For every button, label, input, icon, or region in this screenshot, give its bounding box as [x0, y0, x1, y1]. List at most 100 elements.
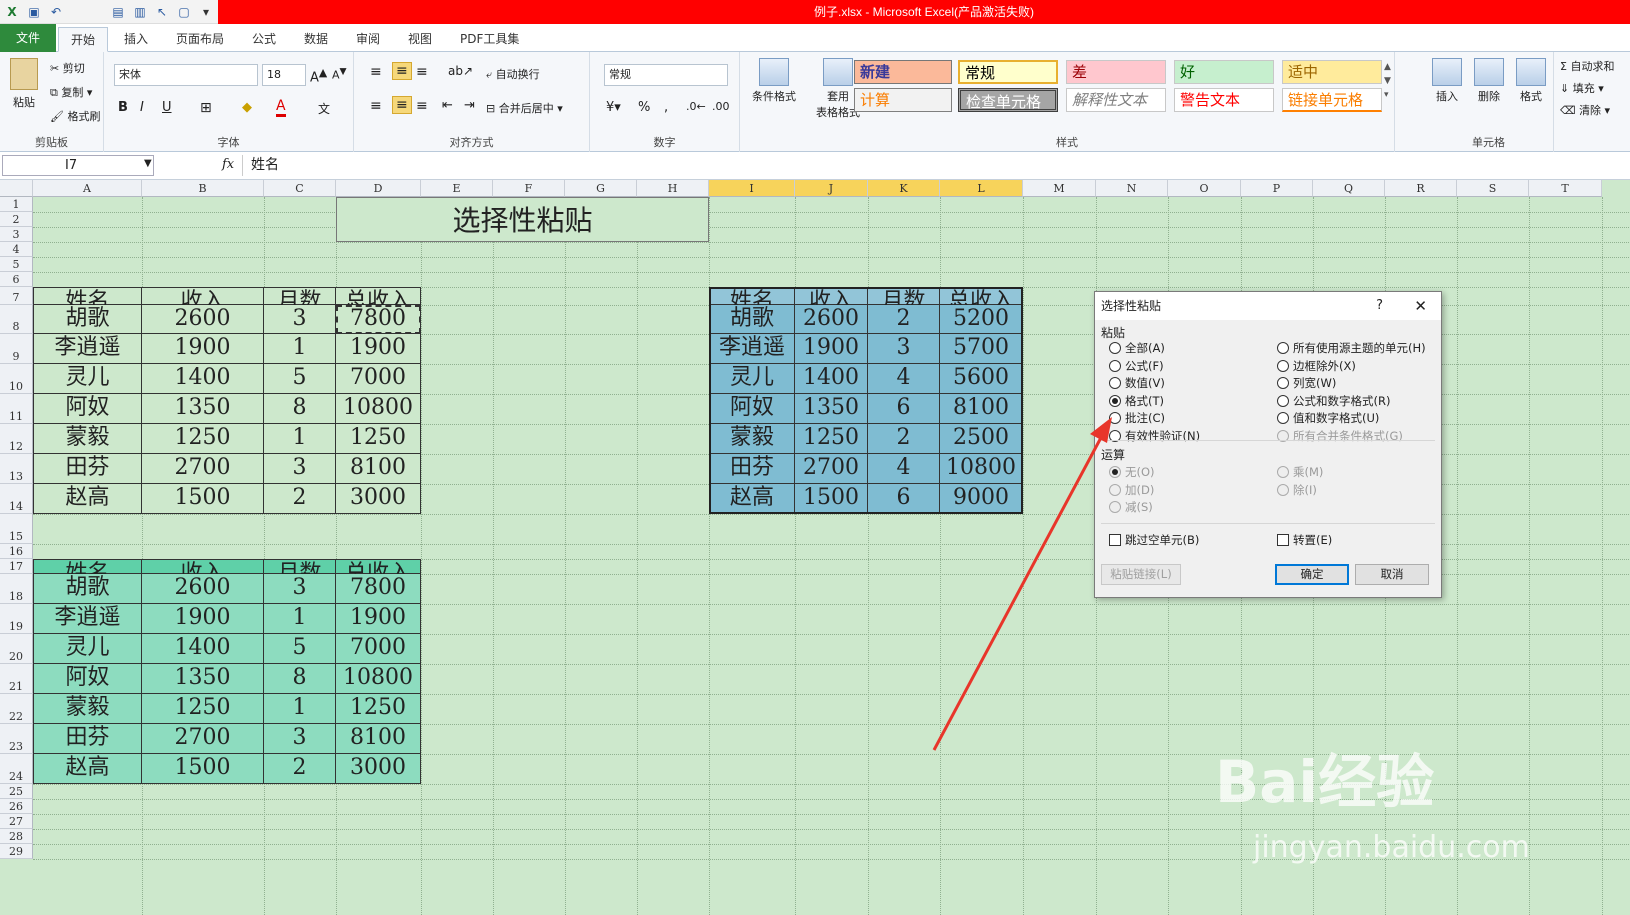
row-header[interactable]: 2 — [0, 212, 33, 227]
table1-cell[interactable]: 8100 — [336, 454, 421, 484]
row-header[interactable]: 1 — [0, 197, 33, 212]
align-right-icon[interactable]: ≡ — [416, 98, 428, 114]
align-bottom-icon[interactable]: ≡ — [416, 64, 428, 80]
table1-cell[interactable]: 8 — [264, 394, 336, 424]
table2-cell[interactable]: 赵高 — [709, 484, 795, 514]
undo-icon[interactable]: ↶ — [48, 4, 64, 20]
underline-button[interactable]: U — [162, 100, 172, 115]
tab-data[interactable]: 数据 — [292, 27, 340, 52]
table3-cell[interactable]: 8100 — [336, 724, 421, 754]
paste-right-radio[interactable]: 列宽(W) — [1277, 375, 1336, 391]
table1-cell[interactable]: 阿奴 — [33, 394, 142, 424]
styles-scroll-icon[interactable]: ▲ ▼ ▾ — [1384, 60, 1391, 102]
style-explanatory[interactable]: 解释性文本 — [1066, 88, 1166, 112]
currency-icon[interactable]: ¥▾ — [606, 100, 621, 115]
skip-blanks-checkbox[interactable]: 跳过空单元(B) — [1109, 532, 1199, 548]
table1-cell[interactable]: 胡歌 — [33, 305, 142, 334]
align-top-icon[interactable]: ≡ — [370, 64, 382, 80]
table2-cell[interactable]: 3 — [868, 334, 940, 364]
tab-file[interactable]: 文件 — [0, 24, 57, 52]
style-warning[interactable]: 警告文本 — [1174, 88, 1274, 112]
table1-cell[interactable]: 2600 — [142, 305, 264, 334]
merge-center-button[interactable]: ⊟ 合并后居中 ▾ — [486, 100, 563, 116]
table3-cell[interactable]: 1250 — [336, 694, 421, 724]
table3-header-cell[interactable]: 姓名 — [33, 559, 142, 586]
decrease-decimal-icon[interactable]: .00 — [712, 100, 730, 113]
table3-cell[interactable]: 1 — [264, 694, 336, 724]
paste-button[interactable]: 粘贴 — [6, 58, 42, 110]
table1-cell[interactable]: 田芬 — [33, 454, 142, 484]
paste-left-radio[interactable]: 批注(C) — [1109, 410, 1165, 426]
column-header-e[interactable]: E — [421, 180, 493, 197]
table3-header-cell[interactable]: 总收入 — [336, 559, 421, 586]
column-header-i[interactable]: I — [709, 180, 795, 197]
table1-cell[interactable]: 2700 — [142, 454, 264, 484]
table3-cell[interactable]: 胡歌 — [33, 574, 142, 604]
italic-button[interactable]: I — [140, 100, 144, 115]
grow-font-button[interactable]: A▲ — [310, 66, 327, 85]
table2-cell[interactable]: 5700 — [940, 334, 1023, 364]
column-header-g[interactable]: G — [565, 180, 637, 197]
table1-cell[interactable]: 1500 — [142, 484, 264, 514]
row-header[interactable]: 3 — [0, 227, 33, 242]
row-header[interactable]: 16 — [0, 544, 33, 559]
paste-left-radio[interactable]: 有效性验证(N) — [1109, 428, 1200, 444]
font-size-select[interactable]: 18 — [262, 64, 306, 86]
tab-review[interactable]: 审阅 — [344, 27, 392, 52]
row-header[interactable]: 21 — [0, 664, 33, 694]
table1-cell[interactable]: 1350 — [142, 394, 264, 424]
font-color-icon[interactable]: A — [276, 98, 286, 117]
row-header[interactable]: 15 — [0, 514, 33, 544]
table2-cell[interactable]: 1250 — [795, 424, 868, 454]
op-left-radio[interactable]: 无(O) — [1109, 464, 1155, 480]
table1-cell[interactable]: 7800 — [336, 305, 421, 334]
row-header[interactable]: 18 — [0, 574, 33, 604]
table2-cell[interactable]: 2600 — [795, 305, 868, 334]
table2-cell[interactable]: 5200 — [940, 305, 1023, 334]
transpose-checkbox[interactable]: 转置(E) — [1277, 532, 1332, 548]
row-header[interactable]: 28 — [0, 829, 33, 844]
percent-button[interactable]: % — [638, 100, 650, 115]
table2-header-cell[interactable]: 总收入 — [940, 287, 1023, 314]
table2-cell[interactable]: 9000 — [940, 484, 1023, 514]
table2-cell[interactable]: 5600 — [940, 364, 1023, 394]
row-header[interactable]: 10 — [0, 364, 33, 394]
table3-cell[interactable]: 阿奴 — [33, 664, 142, 694]
column-header-n[interactable]: N — [1096, 180, 1168, 197]
pointer-icon[interactable]: ↖ — [154, 4, 170, 20]
row-header[interactable]: 20 — [0, 634, 33, 664]
table1-cell[interactable]: 1250 — [336, 424, 421, 454]
fill-color-icon[interactable]: ◆ — [242, 100, 252, 115]
number-format-select[interactable]: 常规 — [604, 64, 728, 86]
table2-cell[interactable]: 蒙毅 — [709, 424, 795, 454]
style-check-cell[interactable]: 检查单元格 — [958, 88, 1058, 112]
table2-header-cell[interactable]: 收入 — [795, 287, 868, 314]
style-new[interactable]: 新建 — [854, 60, 952, 84]
align-left-icon[interactable]: ≡ — [370, 98, 382, 114]
column-header-d[interactable]: D — [336, 180, 421, 197]
table2-cell[interactable]: 1400 — [795, 364, 868, 394]
select-all-corner[interactable] — [0, 180, 33, 197]
copy-button[interactable]: ⧉ 复制 ▾ — [50, 84, 92, 100]
insert-cells-button[interactable]: 插入 — [1428, 58, 1466, 104]
table2-cell[interactable]: 2 — [868, 424, 940, 454]
clear-button[interactable]: ⌫ 清除 ▾ — [1560, 102, 1610, 118]
table2-cell[interactable]: 2700 — [795, 454, 868, 484]
table2-cell[interactable]: 李逍遥 — [709, 334, 795, 364]
table1-cell[interactable]: 1 — [264, 424, 336, 454]
style-calculation[interactable]: 计算 — [854, 88, 952, 112]
paste-left-radio[interactable]: 公式(F) — [1109, 358, 1164, 374]
column-header-s[interactable]: S — [1457, 180, 1529, 197]
paste-right-radio[interactable]: 边框除外(X) — [1277, 358, 1356, 374]
name-box-dropdown-icon[interactable]: ▼ — [144, 158, 152, 169]
column-header-p[interactable]: P — [1241, 180, 1313, 197]
chart-icon[interactable]: ▥ — [132, 4, 148, 20]
table2-cell[interactable]: 4 — [868, 454, 940, 484]
tab-formulas[interactable]: 公式 — [240, 27, 288, 52]
table1-header-cell[interactable]: 月数 — [264, 287, 336, 314]
paste-link-button[interactable]: 粘贴链接(L) — [1101, 564, 1181, 585]
column-header-j[interactable]: J — [795, 180, 868, 197]
table1-cell[interactable]: 7000 — [336, 364, 421, 394]
column-header-a[interactable]: A — [33, 180, 142, 197]
paste-left-radio[interactable]: 数值(V) — [1109, 375, 1165, 391]
